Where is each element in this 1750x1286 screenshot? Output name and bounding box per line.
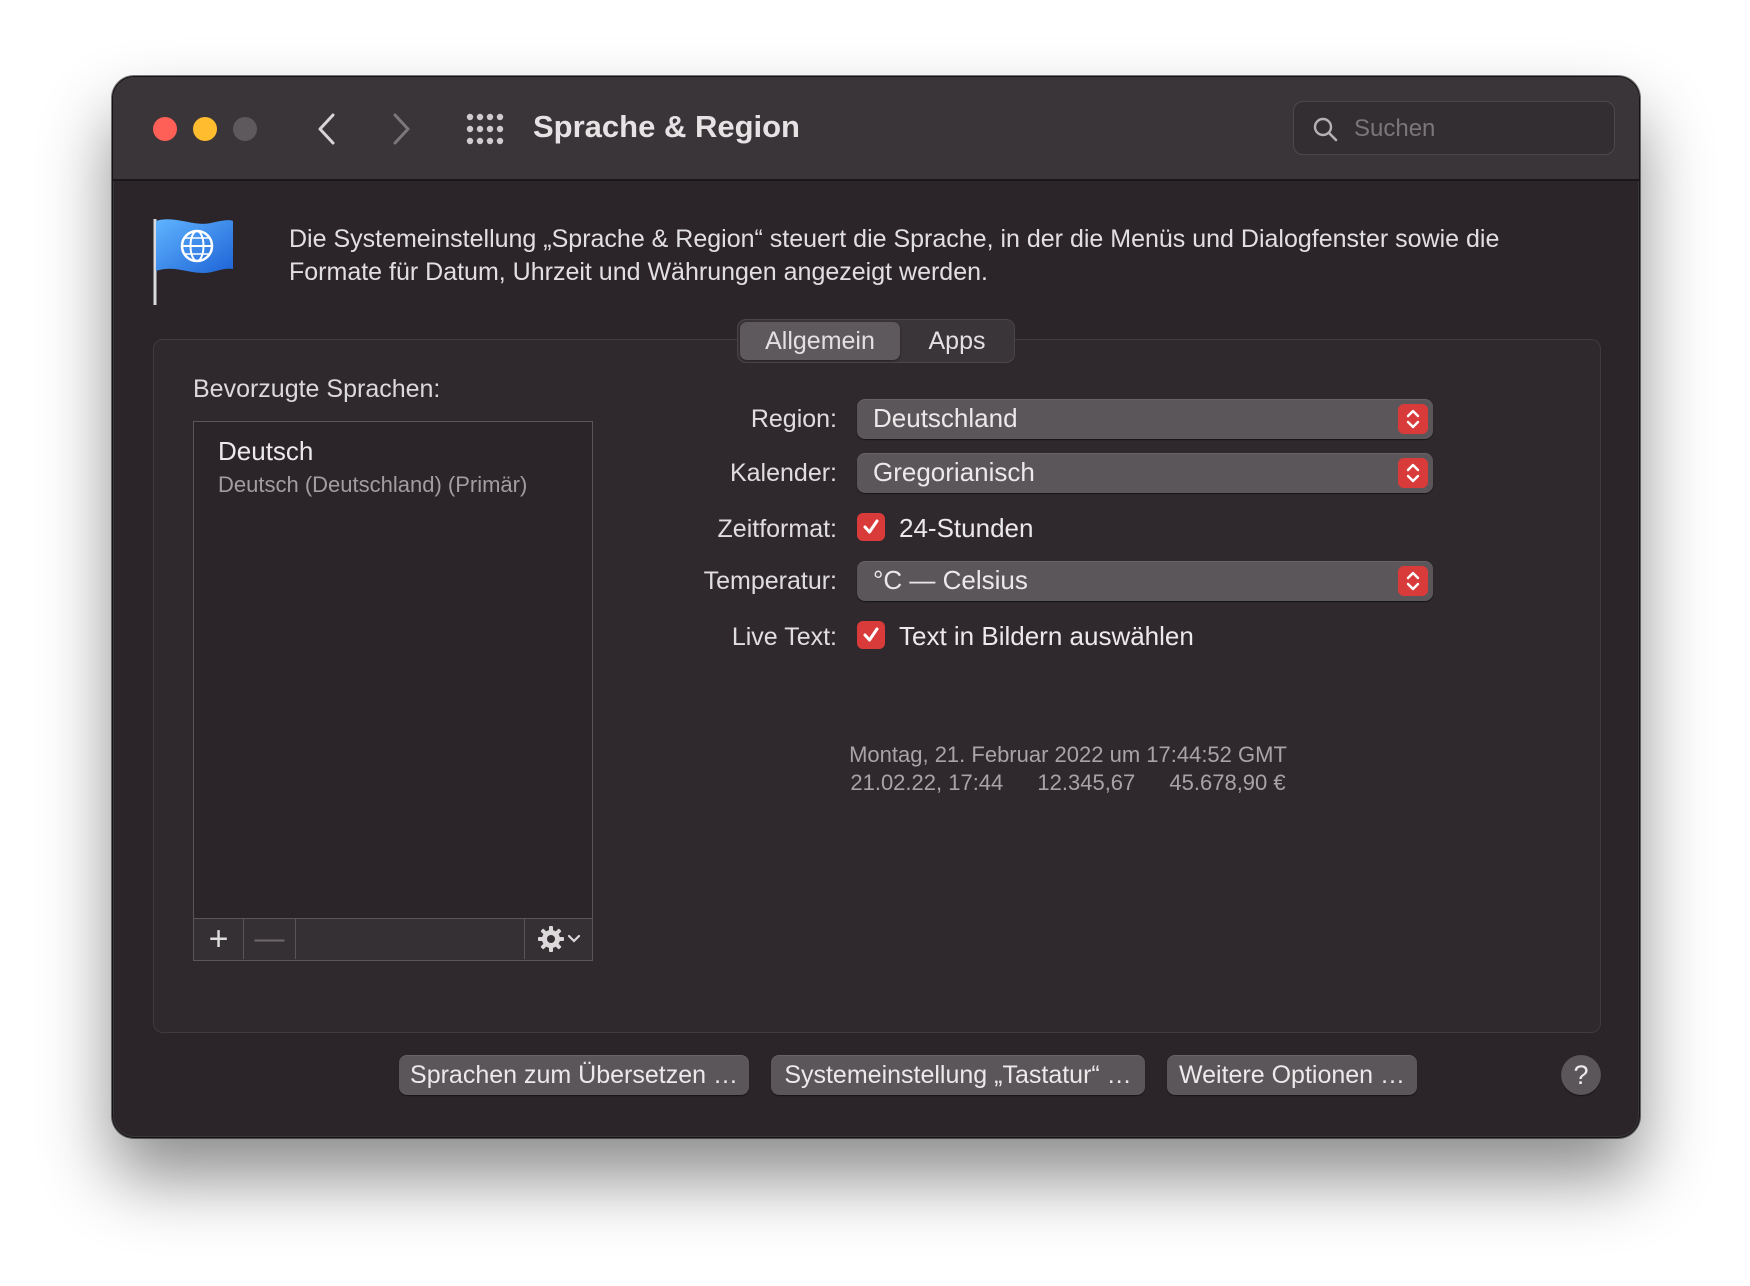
search-icon: [1313, 117, 1338, 142]
grid-icon: [466, 113, 504, 145]
live-text-option-label[interactable]: Text in Bildern auswählen: [899, 621, 1194, 652]
time-format-option-label[interactable]: 24-Stunden: [899, 513, 1033, 544]
preview-short-formats: 21.02.22, 17:44 12.345,67 45.678,90 €: [833, 769, 1303, 797]
time-format-checkbox[interactable]: [857, 513, 885, 541]
translate-languages-button[interactable]: Sprachen zum Übersetzen …: [399, 1055, 749, 1095]
tab-control: Allgemein Apps: [737, 319, 1015, 363]
preview-short-date: 21.02.22, 17:44: [850, 770, 1004, 795]
more-options-button[interactable]: Weitere Optionen …: [1167, 1055, 1417, 1095]
forward-button[interactable]: [375, 103, 427, 155]
calendar-value: Gregorianisch: [873, 457, 1035, 487]
add-language-button[interactable]: +: [194, 919, 244, 959]
checkmark-icon: [863, 519, 879, 534]
region-popup[interactable]: Deutschland: [857, 399, 1433, 439]
preferences-window: Sprache & Region Die Syst: [112, 76, 1640, 1138]
titlebar: Sprache & Region: [113, 77, 1639, 181]
zoom-window-button[interactable]: [233, 117, 257, 141]
gear-icon: [537, 926, 564, 952]
calendar-label: Kalender:: [729, 459, 837, 487]
chevron-right-icon: [393, 113, 410, 145]
window-title: Sprache & Region: [533, 109, 800, 144]
live-text-checkbox[interactable]: [857, 621, 885, 649]
language-name: Deutsch: [218, 436, 314, 466]
popup-arrows-icon: [1398, 458, 1428, 488]
chevron-left-icon: [318, 113, 335, 145]
language-region-flag-icon: [153, 215, 237, 312]
preferred-languages-label: Bevorzugte Sprachen:: [193, 375, 441, 403]
temperature-popup[interactable]: °C — Celsius: [857, 561, 1433, 601]
back-button[interactable]: [301, 103, 353, 155]
close-window-button[interactable]: [153, 117, 177, 141]
preview-long-date: Montag, 21. Februar 2022 um 17:44:52 GMT: [849, 742, 1287, 767]
live-text-label: Live Text:: [731, 623, 837, 651]
list-toolbar: + —: [194, 918, 592, 960]
popup-arrows-icon: [1398, 566, 1428, 596]
language-detail: Deutsch (Deutschland) (Primär): [218, 472, 528, 497]
minimize-window-button[interactable]: [193, 117, 217, 141]
search-field[interactable]: [1293, 101, 1615, 155]
popup-arrows-icon: [1398, 404, 1428, 434]
temperature-label: Temperatur:: [703, 567, 837, 595]
preview-number: 12.345,67: [1037, 770, 1136, 795]
pane-description: Die Systemeinstellung „Sprache & Region“…: [289, 225, 1500, 286]
region-label: Region:: [750, 405, 837, 433]
tab-allgemein[interactable]: Allgemein: [740, 322, 900, 360]
remove-language-button[interactable]: —: [244, 919, 296, 959]
calendar-popup[interactable]: Gregorianisch: [857, 453, 1433, 493]
tab-apps[interactable]: Apps: [902, 322, 1012, 360]
checkmark-icon: [863, 627, 879, 642]
search-input[interactable]: [1352, 110, 1606, 148]
preview-currency: 45.678,90 €: [1169, 770, 1286, 795]
format-preview: Montag, 21. Februar 2022 um 17:44:52 GMT…: [833, 741, 1303, 797]
temperature-value: °C — Celsius: [873, 565, 1028, 595]
keyboard-preferences-button[interactable]: Systemeinstellung „Tastatur“ …: [771, 1055, 1145, 1095]
preferred-languages-list[interactable]: Deutsch Deutsch (Deutschland) (Primär) +…: [193, 421, 593, 961]
chevron-down-icon: [567, 934, 580, 943]
action-menu-button[interactable]: [524, 919, 592, 959]
time-format-label: Zeitformat:: [717, 515, 837, 543]
region-value: Deutschland: [873, 403, 1018, 433]
help-button[interactable]: ?: [1561, 1055, 1601, 1095]
show-all-button[interactable]: [465, 109, 505, 149]
